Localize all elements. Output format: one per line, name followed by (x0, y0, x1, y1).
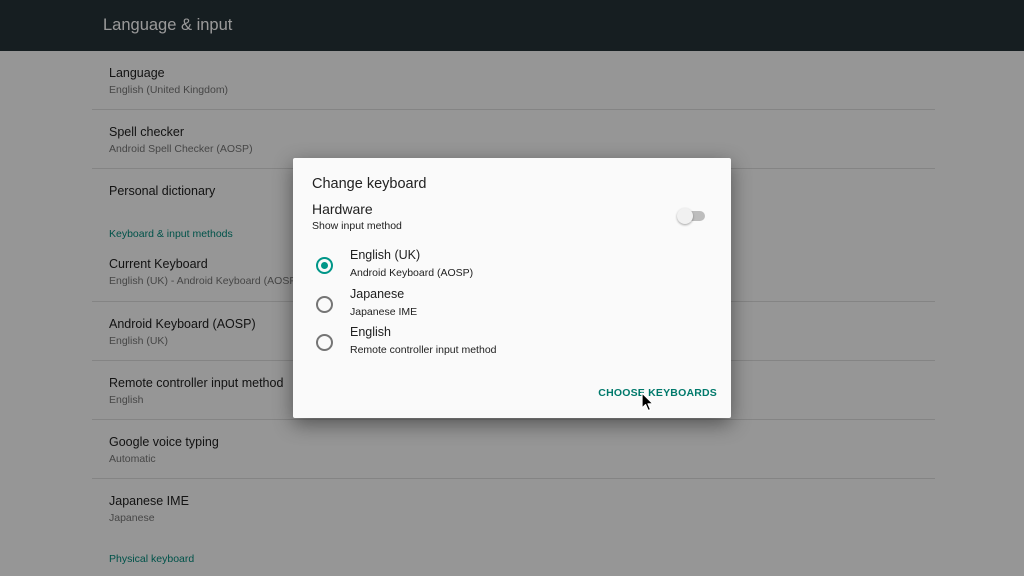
option-summary: Remote controller input method (350, 344, 497, 356)
option-title: English (UK) (350, 248, 421, 262)
keyboard-option[interactable]: Japanese Japanese IME (293, 286, 731, 324)
option-summary: Android Keyboard (AOSP) (350, 267, 474, 279)
dialog-title: Change keyboard (312, 176, 427, 192)
keyboard-option[interactable]: English (UK) Android Keyboard (AOSP) (293, 247, 731, 285)
switch-thumb (677, 208, 693, 224)
option-summary: Japanese IME (350, 306, 418, 318)
keyboard-option[interactable]: English Remote controller input method (293, 324, 731, 362)
radio-button[interactable] (316, 334, 333, 351)
option-title: English (350, 325, 391, 339)
choose-keyboards-button[interactable]: CHOOSE KEYBOARDS (593, 384, 717, 402)
hardware-title: Hardware (312, 201, 373, 217)
radio-button[interactable] (316, 296, 333, 313)
show-input-method-switch[interactable] (677, 208, 705, 224)
change-keyboard-dialog: Change keyboard Hardware Show input meth… (293, 158, 731, 418)
option-title: Japanese (350, 287, 405, 301)
mouse-cursor-icon (641, 392, 654, 412)
radio-button[interactable] (316, 257, 333, 274)
show-input-method-label: Show input method (312, 220, 402, 232)
